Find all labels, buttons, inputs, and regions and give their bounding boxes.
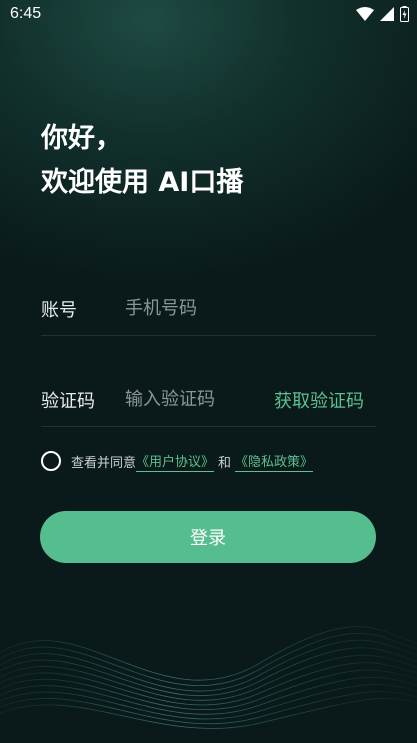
status-bar: 6:45 bbox=[0, 0, 417, 28]
get-code-button[interactable]: 获取验证码 bbox=[274, 387, 364, 413]
greeting-line-1: 你好， bbox=[41, 123, 122, 154]
account-label: 账号 bbox=[41, 300, 77, 321]
agreement-and: 和 bbox=[218, 455, 232, 471]
wifi-icon bbox=[356, 7, 374, 21]
code-field-row: 验证码 获取验证码 bbox=[41, 374, 376, 427]
greeting-line-2: 欢迎使用 AI口播 bbox=[41, 167, 244, 198]
agree-checkbox[interactable] bbox=[41, 451, 61, 471]
wave-decoration bbox=[0, 626, 417, 729]
agreement-prefix: 查看并同意 bbox=[71, 455, 137, 471]
status-time: 6:45 bbox=[10, 5, 42, 22]
battery-icon bbox=[400, 6, 409, 22]
privacy-policy-link[interactable]: 《隐私政策》 bbox=[235, 451, 314, 472]
status-icons bbox=[356, 6, 409, 22]
code-label: 验证码 bbox=[41, 391, 95, 412]
code-input[interactable] bbox=[125, 384, 275, 414]
phone-input[interactable] bbox=[125, 293, 275, 323]
account-field-row: 账号 bbox=[41, 283, 376, 336]
user-agreement-link[interactable]: 《用户协议》 bbox=[136, 451, 215, 472]
agreement-row: 查看并同意 《用户协议》 和 《隐私政策》 bbox=[41, 450, 314, 472]
signal-icon bbox=[380, 7, 394, 21]
login-button[interactable]: 登录 bbox=[40, 511, 376, 563]
greeting-heading: 你好， 欢迎使用 AI口播 bbox=[41, 117, 243, 205]
